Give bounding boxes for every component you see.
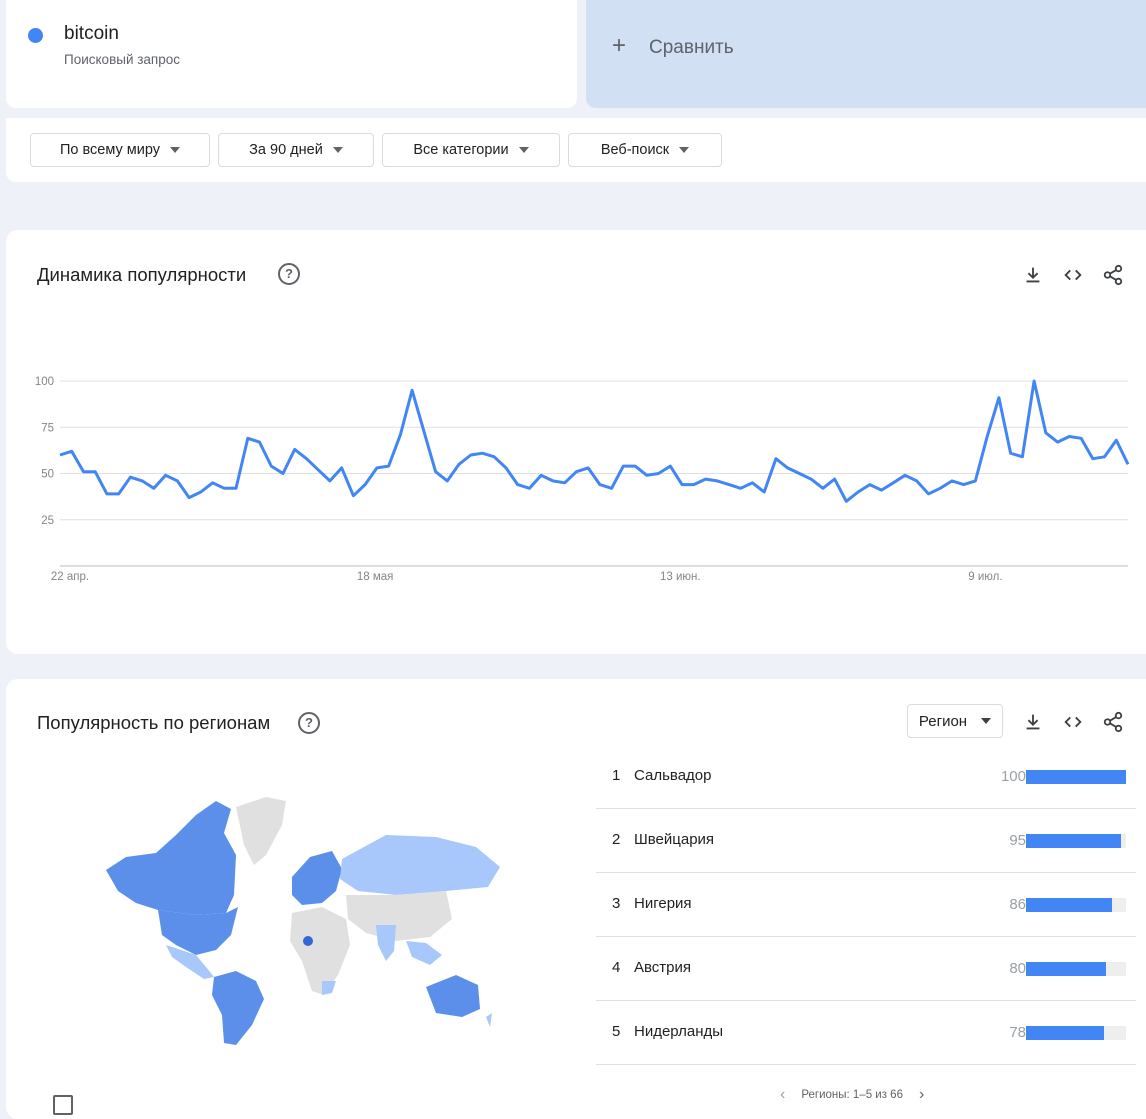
x-tick-label: 13 июн. [660,571,701,583]
time-range-filter-label: За 90 дней [249,142,323,158]
region-name: Швейцария [634,831,715,848]
chevron-left-icon[interactable]: ‹ [780,1086,785,1104]
y-tick-label: 50 [41,469,54,481]
x-tick-label: 22 апр. [51,571,89,583]
region-india[interactable] [376,925,396,961]
caret-down-icon [981,718,992,724]
caret-down-icon [170,147,180,153]
caret-down-icon [332,147,343,153]
region-bar-fill [1026,770,1126,784]
compare-label: Сравнить [649,37,734,58]
region-europe[interactable] [292,851,342,905]
chart-series [59,379,1130,503]
include-low-volume-checkbox[interactable] [53,1095,73,1115]
region-south-america[interactable] [212,971,264,1045]
region-bar-track [1026,834,1126,848]
resolution-dropdown[interactable]: Регион [907,704,1003,738]
interest-by-region-title: Популярность по регионам [37,712,271,733]
region-canada[interactable] [106,801,236,915]
region-row[interactable]: 5 Нидерланды 78 [596,1001,1136,1065]
location-filter[interactable]: По всему миру [30,133,210,167]
region-rank: 5 [612,1023,621,1040]
region-rank: 3 [612,895,621,912]
help-circle-icon[interactable]: ? [298,712,320,734]
chevron-right-icon[interactable]: › [919,1086,924,1104]
region-australia[interactable] [426,975,480,1017]
y-tick-label: 75 [41,422,54,434]
region-asia[interactable] [346,891,452,941]
region-bar-fill [1026,962,1106,976]
chart-y-axis: 25 50 75 100 [35,376,54,527]
region-value: 86 [1009,896,1026,913]
region-rank: 1 [612,767,621,784]
region-row[interactable]: 2 Швейцария 95 [596,809,1136,873]
region-bar-track [1026,1026,1126,1040]
world-map[interactable] [96,795,516,1055]
region-south-africa[interactable] [322,981,336,995]
search-term-name[interactable]: bitcoin [64,23,119,45]
region-bar-track [1026,898,1126,912]
compare-button[interactable]: + Сравнить [586,0,1146,108]
region-bar-track [1026,770,1126,784]
chart-grid [60,380,1128,567]
series-line-bitcoin[interactable] [59,379,1130,503]
interest-over-time-card: Динамика популярности ? 25 50 75 100 22 апр… [6,230,1146,654]
search-term-type: Поисковый запрос [64,52,181,67]
chart-x-axis: 22 апр. 18 мая 13 июн. 9 июл. [51,571,1003,583]
time-range-filter[interactable]: За 90 дней [218,133,374,167]
y-tick-label: 100 [35,376,54,388]
term-color-dot [28,28,43,43]
region-value: 100 [1000,768,1026,785]
region-name: Сальвадор [634,767,712,784]
region-bar-fill [1026,1026,1104,1040]
category-filter-label: Все категории [413,142,509,158]
region-row[interactable]: 3 Нигерия 86 [596,873,1136,937]
region-name: Австрия [634,959,692,976]
share-icon[interactable] [1102,711,1124,733]
region-row[interactable]: 1 Сальвадор 100 [596,745,1136,809]
region-pager: ‹ Регионы: 1–5 из 66 › [780,1086,924,1104]
category-filter[interactable]: Все категории [382,133,560,167]
search-type-filter[interactable]: Веб-поиск [568,133,722,167]
region-rank: 2 [612,831,621,848]
plus-icon: + [612,32,627,59]
interest-by-region-card: Популярность по регионам ? Регион 1 Саль… [6,679,1146,1119]
pager-label: Регионы: 1–5 из 66 [801,1089,903,1101]
region-africa[interactable] [290,907,350,995]
x-tick-label: 9 июл. [968,571,1002,583]
region-value: 80 [1009,960,1026,977]
region-ranking-list: 1 Сальвадор 100 2 Швейцария 95 3 Нигерия… [596,745,1136,1065]
download-icon[interactable] [1022,711,1044,733]
x-tick-label: 18 мая [357,571,394,583]
region-name: Нидерланды [634,1023,724,1040]
region-value: 78 [1009,1024,1026,1041]
region-rank: 4 [612,959,621,976]
search-type-filter-label: Веб-поиск [600,142,670,158]
region-greenland[interactable] [236,797,286,865]
search-term-card[interactable]: bitcoin Поисковый запрос [6,0,577,108]
location-filter-label: По всему миру [60,142,160,158]
region-row[interactable]: 4 Австрия 80 [596,937,1136,1001]
caret-down-icon [518,147,529,153]
embed-code-icon[interactable] [1062,711,1084,733]
interest-over-time-chart: 25 50 75 100 22 апр. 18 мая 13 июн. 9 июл. [35,376,1130,583]
region-name: Нигерия [634,895,692,912]
region-russia[interactable] [340,835,500,895]
resolution-dropdown-label: Регион [918,712,968,730]
y-tick-label: 25 [41,515,54,527]
caret-down-icon [679,147,690,153]
region-bar-fill [1026,898,1112,912]
region-bar-track [1026,962,1126,976]
region-nigeria[interactable] [303,936,313,946]
region-new-zealand[interactable] [486,1013,492,1027]
region-value: 95 [1009,832,1026,849]
region-southeast-asia[interactable] [406,941,442,965]
filter-bar: По всему миру За 90 дней Все категории В… [6,118,1146,182]
region-bar-fill [1026,834,1121,848]
